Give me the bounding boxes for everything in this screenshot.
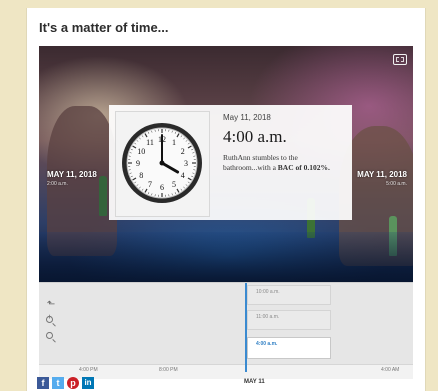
timeline-event[interactable]: 11:00 a.m. bbox=[247, 310, 331, 330]
slide-viewer[interactable]: MAY 11, 2018 2:00 a.m. MAY 11, 2018 5:00… bbox=[39, 46, 413, 282]
timeline-tick: 4:00 PM bbox=[79, 367, 98, 373]
slide-description: RuthAnn stumbles to the bathroom...with … bbox=[223, 153, 347, 173]
clock-number: 4 bbox=[181, 171, 185, 180]
page-title: It's a matter of time... bbox=[39, 20, 169, 35]
previous-slide-label[interactable]: MAY 11, 2018 2:00 a.m. bbox=[47, 170, 97, 187]
slide-time: 4:00 a.m. bbox=[223, 127, 287, 146]
expand-icon[interactable] bbox=[393, 54, 407, 65]
clock-number: 2 bbox=[181, 147, 185, 156]
clock-number: 5 bbox=[172, 180, 176, 189]
clock-number: 3 bbox=[184, 159, 188, 168]
zoom-out-icon[interactable]: − bbox=[45, 330, 57, 343]
timeline-event-active[interactable]: 4:00 a.m. bbox=[247, 337, 331, 359]
clock-number: 7 bbox=[148, 180, 152, 189]
clock-number: 6 bbox=[160, 183, 164, 192]
clock-number: 8 bbox=[139, 171, 143, 180]
clock-number: 11 bbox=[146, 138, 154, 147]
next-slide-time: 5:00 a.m. bbox=[386, 181, 407, 187]
story-card: It's a matter of time... MAY 11, 2018 2:… bbox=[26, 8, 426, 391]
bottle-image bbox=[99, 176, 107, 216]
timeline-current-marker bbox=[245, 283, 247, 369]
clock-image: 121234567891011 bbox=[115, 111, 210, 217]
timeline-nav[interactable]: ⬑ + − 10:00 a.m. 11:00 a.m. 4:00 a.m. bbox=[39, 282, 413, 369]
slide-content: 121234567891011 May 11, 2018 4:00 a.m. R… bbox=[109, 105, 352, 220]
clock-icon: 121234567891011 bbox=[122, 123, 202, 203]
slide-description-bold: BAC of 0.102%. bbox=[277, 163, 330, 172]
previous-slide-time: 2:00 a.m. bbox=[47, 181, 68, 187]
axis-current-marker bbox=[245, 364, 247, 372]
next-slide-date: MAY 11, 2018 bbox=[357, 170, 407, 179]
timeline-axis[interactable]: 4:00 PM 8:00 PM 4:00 AM MAY 11 bbox=[39, 364, 413, 385]
clock-number: 10 bbox=[137, 147, 145, 156]
zoom-in-icon[interactable]: + bbox=[45, 314, 57, 327]
back-arrow-icon[interactable]: ⬑ bbox=[45, 299, 57, 311]
timeline-current-date: MAY 11 bbox=[244, 379, 265, 385]
bar-counter bbox=[39, 232, 413, 282]
clock-number: 9 bbox=[136, 159, 140, 168]
timeline-event[interactable]: 10:00 a.m. bbox=[247, 285, 331, 305]
linkedin-icon[interactable]: in bbox=[82, 377, 94, 389]
timeline-tick: 4:00 AM bbox=[381, 367, 400, 373]
timeline-tick: 8:00 PM bbox=[159, 367, 178, 373]
slide-date: May 11, 2018 bbox=[223, 113, 271, 122]
next-slide-label[interactable]: MAY 11, 2018 5:00 a.m. bbox=[357, 170, 407, 187]
clock-number: 1 bbox=[172, 138, 176, 147]
pinterest-icon[interactable]: p bbox=[67, 377, 79, 389]
facebook-icon[interactable]: f bbox=[37, 377, 49, 389]
twitter-icon[interactable]: t bbox=[52, 377, 64, 389]
previous-slide-date: MAY 11, 2018 bbox=[47, 170, 97, 179]
